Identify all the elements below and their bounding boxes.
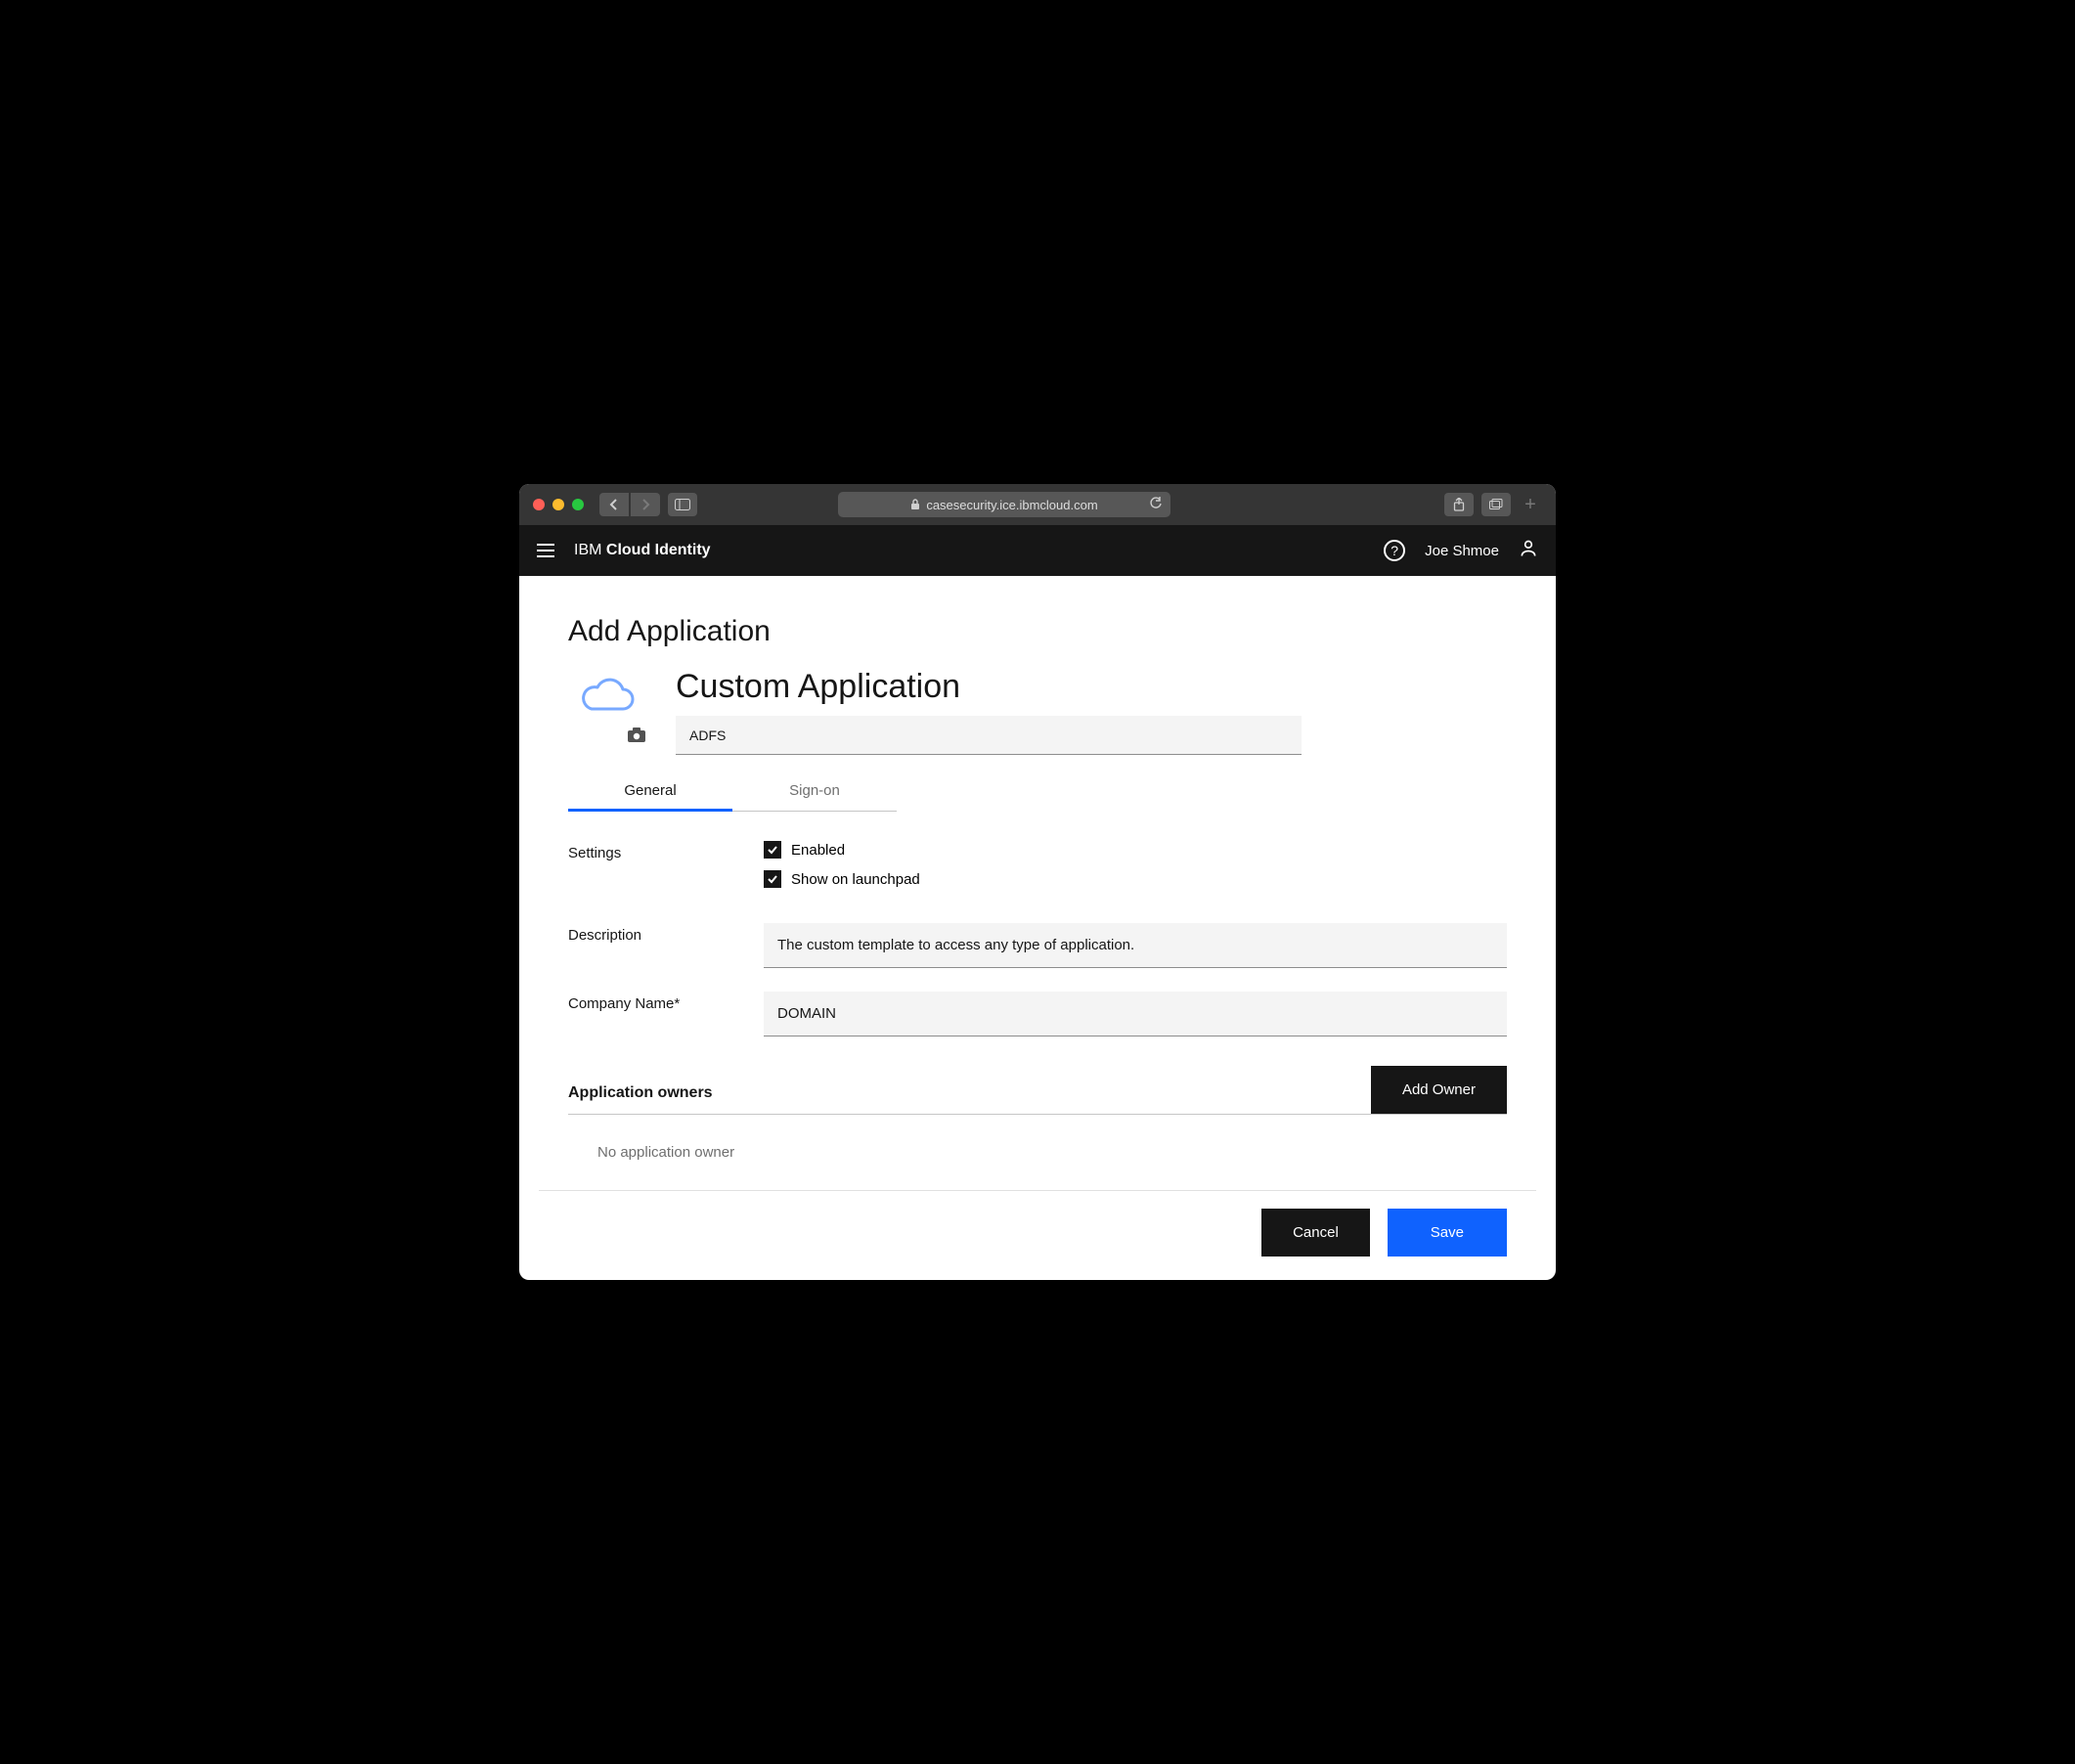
description-label: Description: [568, 923, 764, 968]
save-button[interactable]: Save: [1388, 1209, 1507, 1257]
settings-row: Settings Enabled Show on launchpad: [568, 841, 1507, 900]
tab-sign-on[interactable]: Sign-on: [732, 772, 897, 812]
launchpad-label: Show on launchpad: [791, 871, 920, 888]
page-content: Add Application Custom Application Gener…: [519, 576, 1556, 1280]
nav-buttons: [599, 493, 660, 516]
app-header: IBM Cloud Identity ? Joe Shmoe: [519, 525, 1556, 576]
company-row: Company Name*: [568, 992, 1507, 1036]
app-icon-column: [568, 668, 646, 748]
no-owner-text: No application owner: [568, 1115, 1507, 1190]
app-header-row: Custom Application: [568, 668, 1507, 755]
app-heading: Custom Application: [676, 668, 1507, 706]
app-main-column: Custom Application: [676, 668, 1507, 755]
brand-name: Cloud Identity: [606, 542, 711, 558]
new-tab-icon[interactable]: +: [1519, 494, 1542, 516]
help-icon[interactable]: ?: [1384, 540, 1405, 561]
brand: IBM Cloud Identity: [574, 542, 711, 559]
tabs-icon[interactable]: [1481, 493, 1511, 516]
settings-label: Settings: [568, 841, 764, 900]
cloud-icon: [580, 678, 635, 722]
cancel-button[interactable]: Cancel: [1261, 1209, 1370, 1257]
close-window-icon[interactable]: [533, 499, 545, 510]
menu-icon[interactable]: [537, 544, 554, 557]
lock-icon: [910, 499, 920, 510]
enabled-checkbox[interactable]: Enabled: [764, 841, 1507, 859]
browser-titlebar: casesecurity.ice.ibmcloud.com +: [519, 484, 1556, 525]
sidebar-toggle-icon[interactable]: [668, 493, 697, 516]
checkbox-checked-icon: [764, 841, 781, 859]
forward-button[interactable]: [631, 493, 660, 516]
company-input[interactable]: [764, 992, 1507, 1036]
page-title: Add Application: [568, 615, 1507, 648]
tab-general[interactable]: General: [568, 772, 732, 812]
camera-icon[interactable]: [627, 728, 646, 748]
address-bar[interactable]: casesecurity.ice.ibmcloud.com: [838, 492, 1170, 517]
user-name[interactable]: Joe Shmoe: [1425, 543, 1499, 559]
reload-icon[interactable]: [1149, 497, 1163, 513]
titlebar-right: +: [1444, 493, 1542, 516]
back-button[interactable]: [599, 493, 629, 516]
checkbox-checked-icon: [764, 870, 781, 888]
url-text: casesecurity.ice.ibmcloud.com: [926, 498, 1097, 512]
add-owner-button[interactable]: Add Owner: [1371, 1066, 1507, 1114]
share-icon[interactable]: [1444, 493, 1474, 516]
header-right: ? Joe Shmoe: [1384, 539, 1538, 563]
maximize-window-icon[interactable]: [572, 499, 584, 510]
owners-header: Application owners Add Owner: [568, 1066, 1507, 1115]
footer: Cancel Save: [539, 1190, 1536, 1280]
browser-window: casesecurity.ice.ibmcloud.com + IBM Clou…: [519, 484, 1556, 1280]
tabs: General Sign-on: [568, 772, 1507, 812]
company-label: Company Name*: [568, 992, 764, 1036]
description-row: Description: [568, 923, 1507, 968]
settings-field: Enabled Show on launchpad: [764, 841, 1507, 900]
owners-title: Application owners: [568, 1084, 713, 1114]
user-icon[interactable]: [1519, 539, 1538, 563]
enabled-label: Enabled: [791, 842, 845, 859]
description-input[interactable]: [764, 923, 1507, 968]
form-area: Settings Enabled Show on launchpad: [568, 841, 1507, 1190]
launchpad-checkbox[interactable]: Show on launchpad: [764, 870, 1507, 888]
window-controls: [533, 499, 584, 510]
app-name-input[interactable]: [676, 716, 1302, 755]
brand-prefix: IBM: [574, 542, 606, 558]
minimize-window-icon[interactable]: [552, 499, 564, 510]
